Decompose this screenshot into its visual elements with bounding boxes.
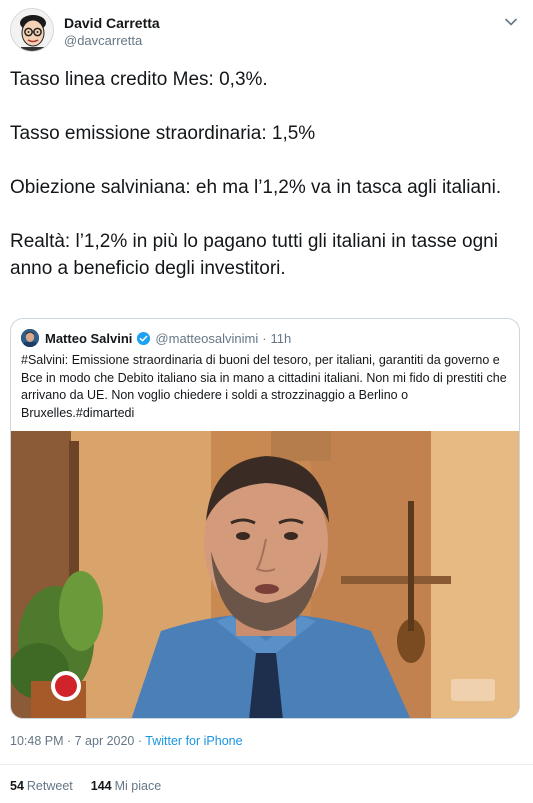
tweet-paragraph: Tasso linea credito Mes: 0,3%. bbox=[10, 69, 268, 90]
quoted-tweet-text: #Salvini: Emissione straordinaria di buo… bbox=[21, 353, 507, 420]
quoted-tweet[interactable]: Matteo Salvini @matteosalvinimi · 11h #S… bbox=[10, 318, 520, 719]
chevron-down-icon[interactable] bbox=[503, 14, 519, 30]
tweet-card: David Carretta @davcarretta Tasso linea … bbox=[0, 0, 533, 803]
tweet-paragraph: Obiezione salviniana: eh ma l’1,2% va in… bbox=[10, 177, 502, 198]
quoted-avatar-illustration bbox=[21, 329, 39, 347]
tweet-timestamp: 10:48 PM · 7 apr 2020 · Twitter for iPho… bbox=[10, 734, 243, 748]
tweet-header: David Carretta @davcarretta bbox=[10, 8, 523, 56]
likes-label: Mi piace bbox=[114, 779, 162, 793]
quoted-display-name[interactable]: Matteo Salvini bbox=[45, 331, 132, 346]
quoted-tweet-header: Matteo Salvini @matteosalvinimi · 11h bbox=[21, 328, 291, 348]
author-display-name[interactable]: David Carretta bbox=[64, 14, 160, 32]
tweet-paragraph: Realtà: l’1,2% in più lo pagano tutti gl… bbox=[10, 231, 498, 279]
retweets-label: Retweet bbox=[26, 779, 73, 793]
verified-badge-icon bbox=[137, 331, 151, 345]
quoted-video-frame[interactable] bbox=[11, 431, 519, 718]
footer-divider bbox=[0, 764, 533, 765]
tweet-stats: 54 Retweet 144 Mi piace bbox=[10, 779, 179, 793]
avatar-illustration bbox=[11, 9, 53, 51]
quoted-separator: · bbox=[262, 330, 267, 346]
quoted-author-avatar[interactable] bbox=[21, 329, 39, 347]
video-still-image bbox=[11, 431, 519, 718]
quoted-time[interactable]: 11h bbox=[271, 331, 292, 346]
author-names: David Carretta @davcarretta bbox=[64, 14, 160, 50]
tweet-source-link[interactable]: Twitter for iPhone bbox=[145, 734, 242, 748]
retweets-stat[interactable]: 54 Retweet bbox=[10, 779, 73, 793]
author-avatar[interactable] bbox=[10, 8, 54, 52]
tweet-paragraph: Tasso emissione straordinaria: 1,5% bbox=[10, 123, 316, 144]
likes-stat[interactable]: 144 Mi piace bbox=[91, 779, 161, 793]
quoted-handle[interactable]: @matteosalvinimi bbox=[155, 331, 258, 346]
tweet-time[interactable]: 10:48 PM · 7 apr 2020 · bbox=[10, 734, 145, 748]
tweet-text: Tasso linea credito Mes: 0,3%. Tasso emi… bbox=[10, 66, 520, 282]
likes-count: 144 bbox=[90, 779, 112, 793]
author-handle[interactable]: @davcarretta bbox=[64, 32, 160, 50]
retweets-count: 54 bbox=[10, 779, 24, 793]
